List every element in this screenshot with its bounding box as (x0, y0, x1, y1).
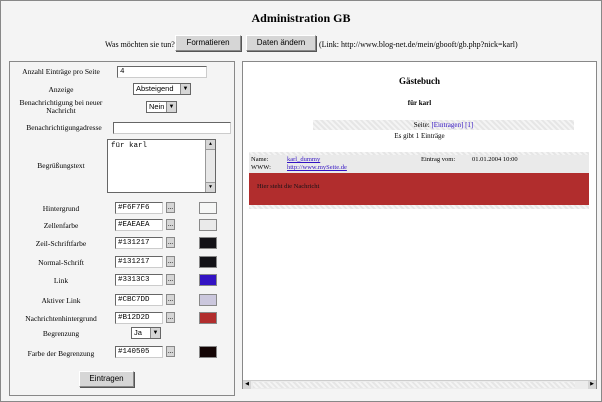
entry-date-value: 01.01.2004 10:00 (472, 156, 518, 163)
entry-message: Hier steht die Nachricht (249, 173, 589, 205)
action-question: Was möchten sie tun? (105, 40, 175, 49)
guestbook-subtitle: für karl (407, 99, 432, 107)
scrollbar-thumb[interactable] (253, 382, 575, 388)
guestbook-title: Gästebuch (398, 76, 440, 86)
color-swatch (199, 219, 217, 231)
guestbook-entry: Name: karl_dummy WWW: http://www.mySeite… (249, 152, 589, 209)
notify-select-value: Nein (149, 102, 165, 111)
color-swatch (199, 294, 217, 306)
submit-button[interactable]: Eintragen (79, 371, 134, 387)
color-picker-button[interactable]: ... (166, 219, 175, 230)
entry-www-label: WWW: (251, 164, 271, 171)
entry-meta: Name: karl_dummy WWW: http://www.mySeite… (249, 155, 589, 173)
border-color-picker-button[interactable]: ... (166, 346, 175, 357)
color-row-label: Zeil-Schriftfarbe (35, 239, 87, 248)
chevron-down-icon: ▼ (166, 102, 176, 112)
pagination-bar: Seite: [Eintragen] [1] (313, 120, 574, 130)
entries-per-page-input[interactable]: 4 (117, 66, 207, 78)
scroll-up-icon[interactable]: ▲ (206, 140, 215, 150)
scroll-down-icon[interactable]: ▼ (206, 182, 215, 192)
color-picker-button[interactable]: ... (166, 274, 175, 285)
color-picker-button[interactable]: ... (166, 256, 175, 267)
display-select-value: Absteigend (136, 84, 174, 93)
textarea-scrollbar[interactable]: ▲ ▼ (205, 140, 215, 192)
notify-select[interactable]: Nein ▼ (146, 101, 177, 113)
entry-count: Es gibt 1 Einträge (394, 132, 445, 140)
display-select[interactable]: Absteigend ▼ (133, 83, 191, 95)
scroll-left-icon[interactable]: ◀ (243, 381, 251, 389)
color-picker-button[interactable]: ... (166, 202, 175, 213)
color-value-input[interactable]: #F6F7F6 (115, 202, 163, 214)
color-row-label: Nachrichtenhintergrund (25, 314, 97, 323)
guestbook-preview: Gästebuch für karl Seite: [Eintragen] [1… (242, 61, 597, 389)
action-toolbar: Was möchten sie tun? Formatieren Daten ä… (1, 35, 601, 55)
greeting-text: für karl (111, 142, 148, 150)
color-row-label: Normal-Schrift (38, 258, 84, 267)
color-value-input[interactable]: #131217 (115, 237, 163, 249)
entry-date-label: Eintrag vom: (421, 156, 456, 163)
notify-label: Benachrichtigung bei neuer Nachricht (19, 98, 103, 115)
new-entry-link[interactable]: [Eintragen] (431, 121, 463, 129)
color-picker-button[interactable]: ... (166, 312, 175, 323)
color-picker-button[interactable]: ... (166, 237, 175, 248)
color-swatch (199, 312, 217, 324)
notify-address-label: Benachrichtigungadresse (26, 123, 102, 132)
color-value-input[interactable]: #B12D2D (115, 312, 163, 324)
display-label: Anzeige (48, 85, 74, 94)
app-window: Administration GB Was möchten sie tun? F… (0, 0, 602, 402)
color-swatch (199, 237, 217, 249)
entries-per-page-label: Anzahl Einträge pro Seite (22, 67, 100, 76)
color-picker-button[interactable]: ... (166, 294, 175, 305)
color-row-label: Link (53, 276, 69, 285)
entry-bottom-divider (249, 205, 589, 209)
horizontal-scrollbar[interactable]: ◀ ▶ (243, 380, 596, 389)
change-data-button[interactable]: Daten ändern (246, 35, 316, 51)
border-color-swatch (199, 346, 217, 358)
color-swatch (199, 256, 217, 268)
color-swatch (199, 274, 217, 286)
color-value-input[interactable]: #CBC7DD (115, 294, 163, 306)
entry-name-link[interactable]: karl_dummy (287, 156, 320, 163)
greeting-textarea[interactable]: für karl ▲ ▼ (107, 139, 216, 193)
border-color-label: Farbe der Begrenzung (27, 349, 95, 358)
color-swatch (199, 202, 217, 214)
notify-address-input[interactable] (113, 122, 231, 134)
color-value-input[interactable]: #3313C3 (115, 274, 163, 286)
scroll-right-icon[interactable]: ▶ (588, 381, 596, 389)
entry-www-link[interactable]: http://www.mySeite.de (287, 164, 347, 171)
color-row-label: Hintergrund (42, 204, 80, 213)
pagination-label: Seite: (413, 121, 430, 129)
format-button[interactable]: Formatieren (175, 35, 241, 51)
settings-panel: Anzahl Einträge pro Seite 4 Anzeige Abst… (9, 61, 235, 396)
page-title: Administration GB (251, 11, 351, 25)
chevron-down-icon: ▼ (150, 328, 160, 338)
border-select[interactable]: Ja ▼ (131, 327, 161, 339)
color-row-label: Aktiver Link (41, 296, 81, 305)
color-value-input[interactable]: #EAEAEA (115, 219, 163, 231)
entry-name-label: Name: (251, 156, 269, 163)
page-1-link[interactable]: [1] (465, 121, 473, 129)
border-color-input[interactable]: #140505 (115, 346, 163, 358)
greeting-label: Begrüßungstext (37, 161, 85, 170)
color-row-label: Zellenfarbe (43, 221, 79, 230)
border-label: Begrenzung (42, 329, 80, 338)
border-select-value: Ja (134, 328, 142, 337)
chevron-down-icon: ▼ (180, 84, 190, 94)
guestbook-link-text: (Link: http://www.blog-net.de/mein/gboof… (319, 40, 518, 49)
color-value-input[interactable]: #131217 (115, 256, 163, 268)
